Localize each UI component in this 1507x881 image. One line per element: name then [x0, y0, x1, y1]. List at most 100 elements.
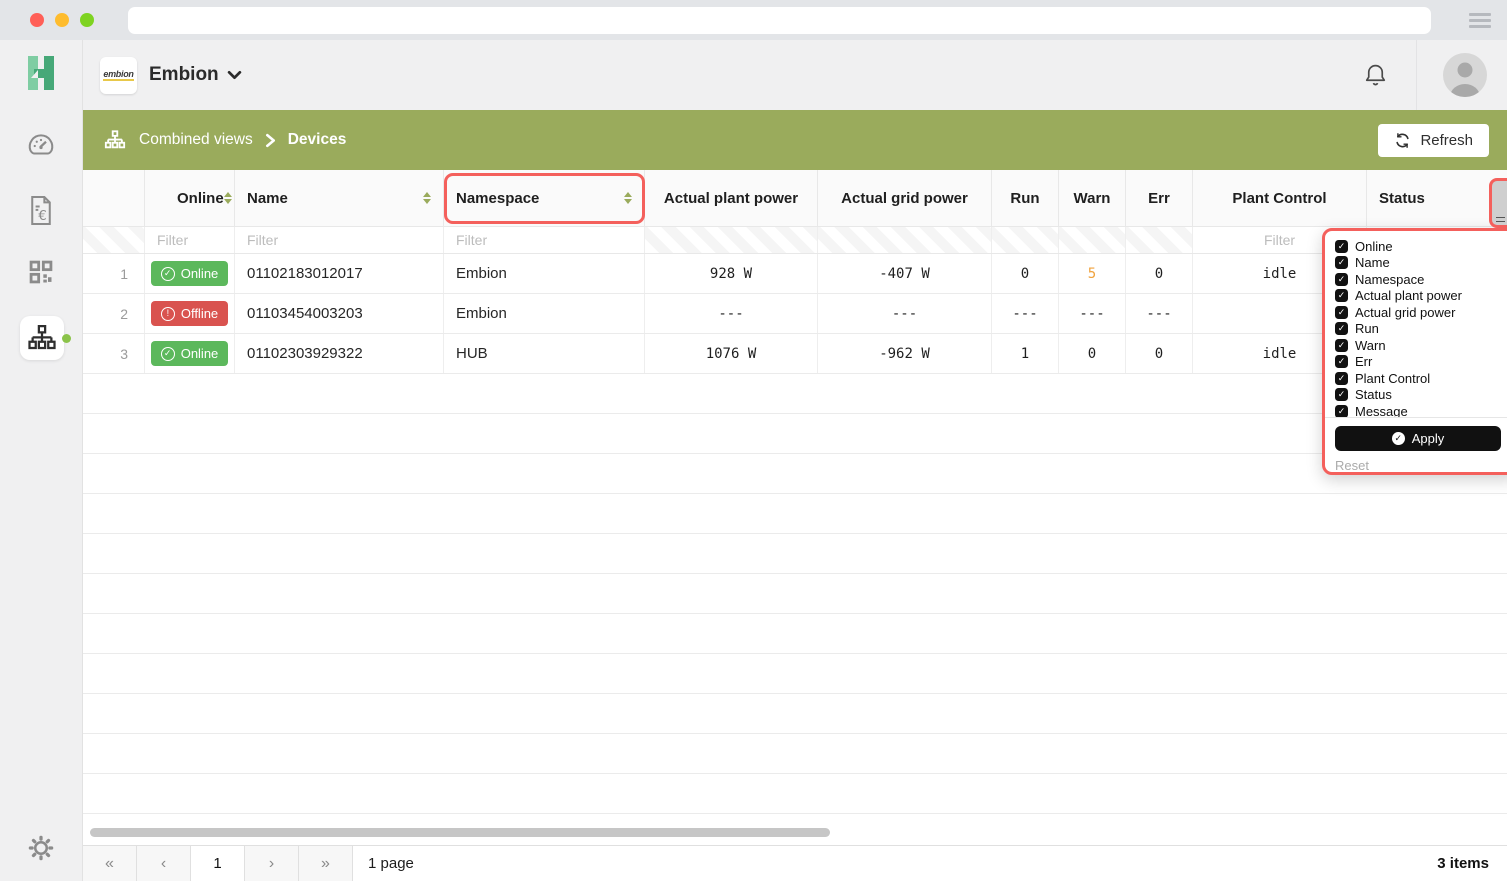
address-bar[interactable] — [128, 7, 1431, 34]
app-header: embion Embion — [83, 40, 1507, 110]
column-option-plant-control[interactable]: ✓Plant Control — [1335, 370, 1507, 387]
namespace-cell: Embion — [444, 294, 645, 333]
checkbox-checked-icon[interactable]: ✓ — [1335, 405, 1348, 418]
page-count-label: 1 page — [353, 846, 414, 881]
first-page-button[interactable]: « — [83, 846, 137, 881]
last-page-button[interactable]: » — [299, 846, 353, 881]
plant-power-cell: 1076 W — [645, 334, 818, 373]
header-status: Status — [1367, 170, 1507, 226]
close-button[interactable] — [30, 13, 44, 27]
name-cell: 01102303929322 — [235, 334, 444, 373]
current-page[interactable]: 1 — [191, 846, 245, 881]
header-actual-plant-power: Actual plant power — [645, 170, 818, 226]
column-settings-icon — [1496, 217, 1505, 222]
sidebar-item-devices[interactable] — [20, 316, 64, 360]
column-settings-button[interactable] — [1489, 178, 1507, 228]
reset-link[interactable]: Reset — [1335, 458, 1507, 473]
checkbox-checked-icon[interactable]: ✓ — [1335, 240, 1348, 253]
sidebar-item-billing[interactable]: € — [0, 195, 82, 226]
h-logo-icon — [21, 53, 61, 93]
browser-chrome — [0, 0, 1507, 40]
online-cell: ! Offline — [145, 294, 235, 333]
org-switcher[interactable] — [227, 70, 242, 80]
plant-power-cell: 928 W — [645, 254, 818, 293]
breadcrumb-chevron-icon — [265, 133, 276, 148]
notifications-button[interactable] — [1362, 61, 1389, 90]
online-cell: ✓ Online — [145, 254, 235, 293]
column-option-err[interactable]: ✓Err — [1335, 354, 1507, 371]
column-option-message[interactable]: ✓Message — [1335, 403, 1507, 418]
column-option-online[interactable]: ✓Online — [1335, 238, 1507, 255]
column-option-actual-grid-power[interactable]: ✓Actual grid power — [1335, 304, 1507, 321]
minimize-button[interactable] — [55, 13, 69, 27]
org-logo: embion — [100, 57, 137, 94]
filter-namespace-input[interactable] — [444, 232, 644, 248]
alert-circle-icon: ! — [161, 307, 175, 321]
filter-name-input[interactable] — [235, 232, 443, 248]
header-plant-control: Plant Control — [1193, 170, 1367, 226]
browser-menu-icon[interactable] — [1469, 13, 1491, 28]
user-avatar[interactable] — [1443, 53, 1487, 97]
row-number: 2 — [83, 294, 145, 333]
grid-power-cell: --- — [818, 294, 992, 333]
checkbox-checked-icon[interactable]: ✓ — [1335, 355, 1348, 368]
invoice-icon: € — [27, 195, 55, 226]
breadcrumb-current: Devices — [288, 131, 347, 149]
sort-icon[interactable] — [224, 192, 232, 204]
checkbox-checked-icon[interactable]: ✓ — [1335, 322, 1348, 335]
filter-disabled-cell — [83, 227, 145, 253]
header-err: Err — [1126, 170, 1193, 226]
header-namespace[interactable]: Namespace — [444, 170, 645, 226]
sidebar-item-settings[interactable] — [0, 833, 82, 863]
status-badge: ✓ Online — [151, 341, 229, 366]
sort-icon[interactable] — [624, 192, 632, 204]
avatar-icon — [1443, 53, 1487, 97]
column-option-list: ✓Online ✓Name ✓Namespace ✓Actual plant p… — [1325, 238, 1507, 418]
checkbox-checked-icon[interactable]: ✓ — [1335, 306, 1348, 319]
filter-online-input[interactable] — [145, 232, 234, 248]
next-page-button[interactable]: › — [245, 846, 299, 881]
column-option-warn[interactable]: ✓Warn — [1335, 337, 1507, 354]
prev-page-button[interactable]: ‹ — [137, 846, 191, 881]
column-option-namespace[interactable]: ✓Namespace — [1335, 271, 1507, 288]
checkbox-checked-icon[interactable]: ✓ — [1335, 372, 1348, 385]
status-badge: ✓ Online — [151, 261, 229, 286]
breadcrumb-section[interactable]: Combined views — [139, 131, 253, 149]
table-row: 3 ✓ Online 01102303929322 HUB 1076 W -96… — [83, 334, 1507, 374]
table-row: 2 ! Offline 01103454003203 Embion --- --… — [83, 294, 1507, 334]
namespace-cell: HUB — [444, 334, 645, 373]
column-option-status[interactable]: ✓Status — [1335, 387, 1507, 404]
column-chooser-popup: ✓Online ✓Name ✓Namespace ✓Actual plant p… — [1322, 228, 1507, 475]
online-cell: ✓ Online — [145, 334, 235, 373]
grid-power-cell: -962 W — [818, 334, 992, 373]
pagination-bar: « ‹ 1 › » 1 page 3 items — [83, 845, 1507, 881]
status-badge: ! Offline — [151, 301, 228, 326]
refresh-button[interactable]: Refresh — [1378, 124, 1489, 157]
apply-button[interactable]: ✓ Apply — [1335, 426, 1501, 451]
checkbox-checked-icon[interactable]: ✓ — [1335, 388, 1348, 401]
checkbox-checked-icon[interactable]: ✓ — [1335, 256, 1348, 269]
checkbox-checked-icon[interactable]: ✓ — [1335, 289, 1348, 302]
header-name[interactable]: Name — [235, 170, 444, 226]
column-option-actual-plant-power[interactable]: ✓Actual plant power — [1335, 288, 1507, 305]
horizontal-scrollbar[interactable] — [90, 828, 830, 837]
plant-power-cell: --- — [645, 294, 818, 333]
checkbox-checked-icon[interactable]: ✓ — [1335, 339, 1348, 352]
column-option-name[interactable]: ✓Name — [1335, 255, 1507, 272]
refresh-label: Refresh — [1420, 132, 1473, 149]
sidebar-item-codes[interactable] — [0, 258, 82, 286]
gear-icon — [26, 833, 56, 863]
sidebar-item-dashboard[interactable] — [0, 131, 82, 161]
horizontal-scroll-area — [83, 822, 1507, 845]
grid-power-cell: -407 W — [818, 254, 992, 293]
filter-namespace — [444, 227, 645, 253]
sort-icon[interactable] — [423, 192, 431, 204]
column-option-run[interactable]: ✓Run — [1335, 321, 1507, 338]
run-cell: 1 — [992, 334, 1059, 373]
empty-table-area — [83, 374, 1507, 822]
checkbox-checked-icon[interactable]: ✓ — [1335, 273, 1348, 286]
header-online[interactable]: Online — [145, 170, 235, 226]
warn-cell: --- — [1059, 294, 1126, 333]
warn-cell: 0 — [1059, 334, 1126, 373]
zoom-button[interactable] — [80, 13, 94, 27]
